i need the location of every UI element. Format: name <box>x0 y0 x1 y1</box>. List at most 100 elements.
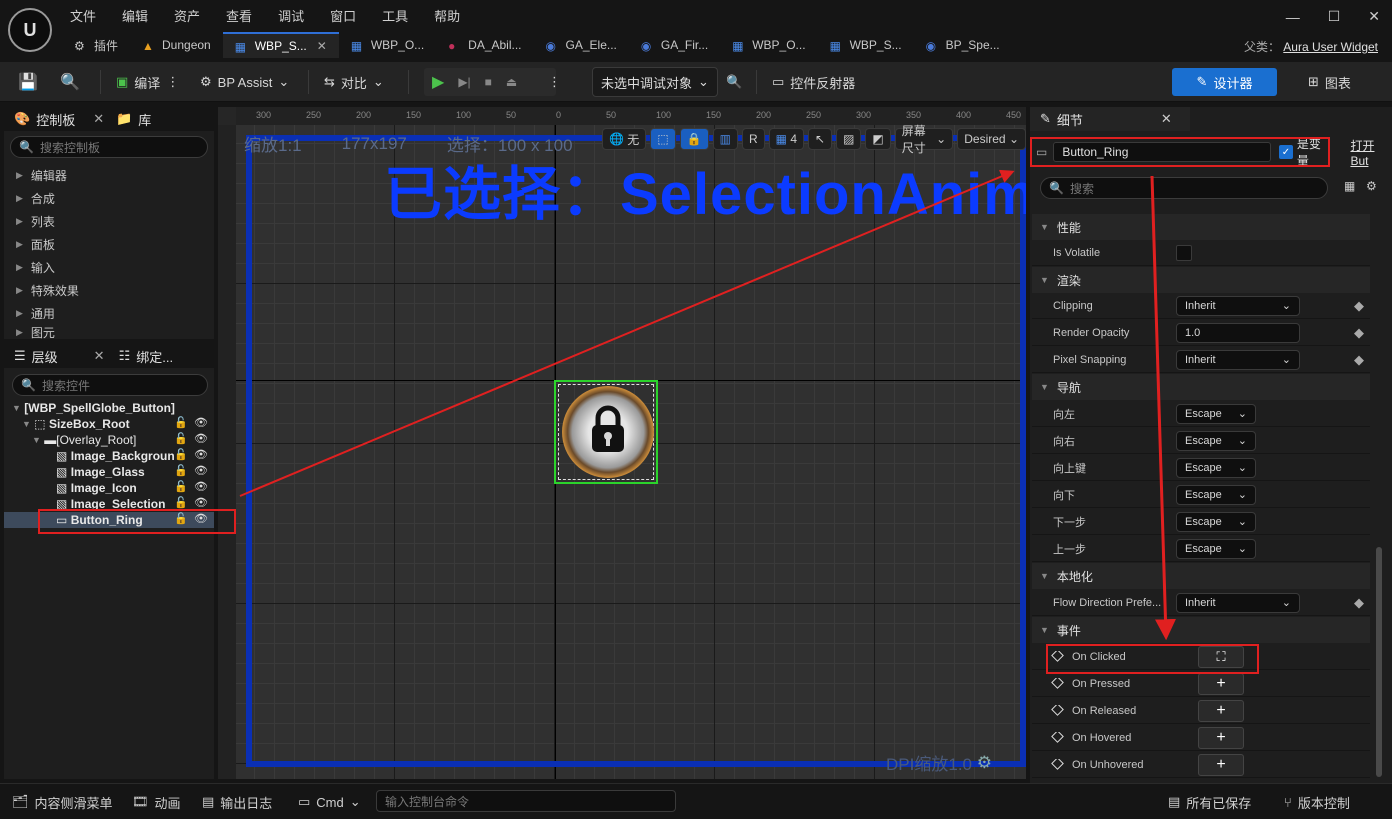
add-event-button[interactable]: + <box>1198 753 1244 776</box>
eye-icon[interactable]: 👁 <box>194 480 208 493</box>
add-event-button[interactable]: + <box>1198 726 1244 749</box>
close-icon[interactable]: ✕ <box>1161 111 1172 127</box>
save-status[interactable]: ▤ 所有已保存 <box>1168 792 1251 812</box>
tab-ga-ele[interactable]: ◉ GA_Ele... <box>534 32 629 58</box>
lock-icon[interactable]: 🔓 <box>174 448 188 461</box>
eye-icon[interactable]: 👁 <box>194 416 208 429</box>
add-event-button[interactable]: + <box>1198 672 1244 695</box>
tab-ga-fir[interactable]: ◉ GA_Fir... <box>629 32 720 58</box>
tab-wbp-s2[interactable]: ▦ WBP_S... <box>818 32 914 58</box>
close-icon[interactable]: ✕ <box>94 348 105 364</box>
designer-canvas[interactable]: 300 250 200 150 100 50 0 50 100 150 200 250 300 350 40… <box>218 107 1026 779</box>
tree-item-overlay[interactable]: ▼ ▬ [Overlay_Root] <box>32 432 136 448</box>
tree-item-image-glass[interactable]: ▧ Image_Glass <box>56 464 145 480</box>
menu-edit[interactable]: 编辑 <box>122 6 148 25</box>
bp-assist-button[interactable]: ⚙ BP Assist ⌄ <box>200 68 289 96</box>
save-button[interactable]: 💾 <box>18 68 38 96</box>
step-icon[interactable]: ▶| <box>458 75 470 89</box>
eye-icon[interactable]: 👁 <box>194 496 208 509</box>
tab-plugins[interactable]: ⚙ 插件 <box>62 32 130 58</box>
minimize-icon[interactable]: — <box>1286 9 1300 25</box>
open-button-link[interactable]: 打开But <box>1350 137 1392 168</box>
menu-window[interactable]: 窗口 <box>330 6 356 25</box>
tree-item-root[interactable]: ▼ [WBP_SpellGlobe_Button] <box>12 400 175 416</box>
flow-direction-select[interactable]: Inherit ⌄ <box>1176 592 1300 613</box>
keyframe-icon[interactable]: ◆ <box>1354 595 1364 611</box>
tab-wbp-o2[interactable]: ▦ WBP_O... <box>720 32 817 58</box>
graph-mode-button[interactable]: ⊞ 图表 <box>1308 68 1351 96</box>
details-scrollbar[interactable] <box>1376 547 1382 777</box>
parent-class-link[interactable]: Aura User Widget <box>1283 40 1378 54</box>
palette-category[interactable]: ▶ 列表 <box>4 210 214 233</box>
palette-tab[interactable]: 控制板 <box>36 110 75 129</box>
keyframe-icon[interactable]: ◆ <box>1354 325 1364 341</box>
bindings-tab[interactable]: 绑定... <box>136 347 173 366</box>
nav-select[interactable]: Escape ⌄ <box>1176 430 1256 451</box>
add-event-button[interactable]: + <box>1198 699 1244 722</box>
maximize-icon[interactable]: ☐ <box>1328 8 1341 25</box>
clipping-select[interactable]: Inherit ⌄ <box>1176 295 1300 316</box>
more-icon[interactable]: ⋮ <box>548 68 561 96</box>
table-view-icon[interactable]: ▦ <box>1344 179 1355 193</box>
menu-help[interactable]: 帮助 <box>434 6 460 25</box>
widget-reflector-button[interactable]: ▭ 控件反射器 <box>772 68 855 96</box>
details-tab[interactable]: 细节 <box>1057 110 1083 129</box>
cmd-dropdown[interactable]: ▭ Cmd ⌄ <box>298 792 361 812</box>
debug-browse-button[interactable]: 🔍 <box>726 68 742 96</box>
output-log-button[interactable]: ▤ 输出日志 <box>202 792 272 812</box>
render-opacity-input[interactable]: 1.0 <box>1176 322 1300 343</box>
tree-item-image-icon[interactable]: ▧ Image_Icon <box>56 480 137 496</box>
category-render[interactable]: ▼ 渲染 <box>1032 267 1370 293</box>
unreal-logo-icon[interactable]: U <box>8 8 52 52</box>
palette-search-input[interactable]: 🔍 搜索控制板 <box>10 136 208 158</box>
menu-debug[interactable]: 调试 <box>278 6 304 25</box>
gear-icon[interactable]: ⚙ <box>977 753 992 773</box>
eye-icon[interactable]: 👁 <box>194 432 208 445</box>
tab-dungeon[interactable]: ▲ Dungeon <box>130 32 223 58</box>
menu-tools[interactable]: 工具 <box>382 6 408 25</box>
play-icon[interactable]: ▶ <box>432 72 444 92</box>
details-search-input[interactable]: 🔍 搜索 <box>1040 177 1328 199</box>
category-performance[interactable]: ▼ 性能 <box>1032 214 1370 240</box>
category-navigation[interactable]: ▼ 导航 <box>1032 374 1370 400</box>
settings-icon[interactable]: ⚙ <box>1366 179 1377 193</box>
nav-select[interactable]: Escape ⌄ <box>1176 457 1256 478</box>
browse-button[interactable]: 🔍 <box>60 68 80 96</box>
nav-select[interactable]: Escape ⌄ <box>1176 403 1256 424</box>
spell-globe-widget[interactable] <box>554 380 658 484</box>
palette-category[interactable]: ▶ 面板 <box>4 233 214 256</box>
palette-category[interactable]: ▶ 合成 <box>4 187 214 210</box>
source-control-button[interactable]: ⑂ 版本控制 <box>1284 792 1350 812</box>
tab-wbp-active[interactable]: ▦ WBP_S... ✕ <box>222 32 339 58</box>
nav-select[interactable]: Escape ⌄ <box>1176 538 1256 559</box>
lock-icon[interactable]: 🔓 <box>174 480 188 493</box>
palette-category[interactable]: ▶ 输入 <box>4 256 214 279</box>
category-events[interactable]: ▼ 事件 <box>1032 617 1370 643</box>
tab-bp-spe[interactable]: ◉ BP_Spe... <box>914 32 1012 58</box>
tab-wbp-o[interactable]: ▦ WBP_O... <box>339 32 436 58</box>
eye-icon[interactable]: 👁 <box>194 448 208 461</box>
diff-button[interactable]: ⇆ 对比 ⌄ <box>324 68 384 96</box>
designer-mode-button[interactable]: ✎ 设计器 <box>1172 68 1277 96</box>
compile-button[interactable]: ▣ 编译 ⋮ <box>116 68 179 96</box>
close-icon[interactable]: ✕ <box>93 111 104 127</box>
keyframe-icon[interactable]: ◆ <box>1354 352 1364 368</box>
console-input[interactable]: 输入控制台命令 <box>376 790 676 812</box>
is-volatile-checkbox[interactable] <box>1176 244 1192 261</box>
pixel-snapping-select[interactable]: Inherit ⌄ <box>1176 349 1300 370</box>
menu-view[interactable]: 查看 <box>226 6 252 25</box>
lock-icon[interactable]: 🔓 <box>174 464 188 477</box>
lock-icon[interactable]: 🔓 <box>174 496 188 509</box>
menu-file[interactable]: 文件 <box>70 6 96 25</box>
stop-icon[interactable]: ■ <box>485 75 492 89</box>
lock-icon[interactable]: 🔓 <box>174 432 188 445</box>
close-window-icon[interactable]: ✕ <box>1368 8 1380 25</box>
eye-icon[interactable]: 👁 <box>194 464 208 477</box>
palette-category[interactable]: ▶ 图元 <box>4 325 214 340</box>
tree-item-sizebox[interactable]: ▼ ⬚ SizeBox_Root <box>22 416 130 432</box>
close-icon[interactable]: ✕ <box>317 39 327 53</box>
keyframe-icon[interactable]: ◆ <box>1354 298 1364 314</box>
lock-icon[interactable]: 🔓 <box>174 416 188 429</box>
library-tab[interactable]: 库 <box>138 110 151 129</box>
content-drawer-button[interactable]: 🗂 内容侧滑菜单 <box>12 792 113 812</box>
